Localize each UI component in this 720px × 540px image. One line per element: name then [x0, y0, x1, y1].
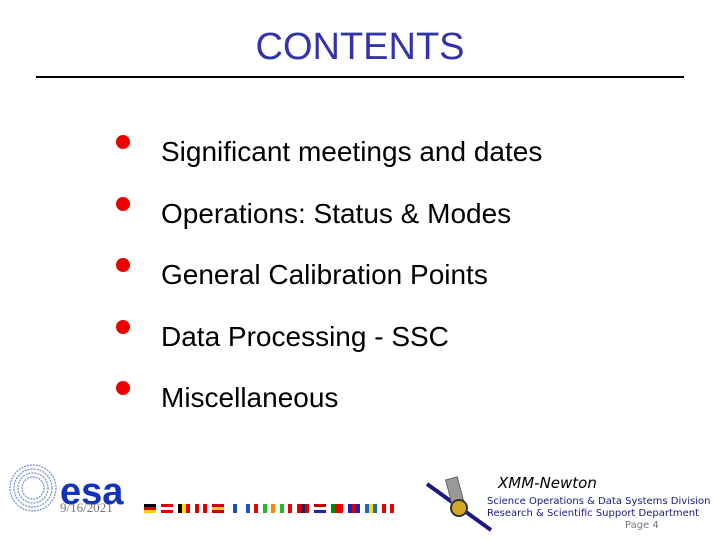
bullet-text: Operations: Status & Modes — [161, 197, 512, 229]
department-text: Research & Scientific Support Department — [487, 508, 700, 519]
flag-netherlands-icon — [314, 504, 326, 513]
slide-date: 9/16/2021 — [60, 500, 113, 515]
flag-italy-icon — [280, 504, 292, 513]
flag-sweden-icon — [365, 504, 377, 513]
page-number: Page 4 — [625, 520, 659, 531]
bullet-text: Data Processing - SSC — [161, 320, 449, 352]
flag-uk-icon — [348, 504, 360, 513]
bullet-icon — [116, 135, 130, 149]
department-info: Science Operations & Data Systems Divisi… — [487, 496, 710, 520]
bullet-text: Significant meetings and dates — [161, 136, 543, 167]
bullet-icon — [116, 258, 130, 272]
flag-belgium-icon — [178, 504, 190, 513]
bullet-icon — [116, 381, 130, 395]
flag-switzerland-icon — [382, 504, 394, 513]
division-text: Science Operations & Data Systems Divisi… — [487, 496, 711, 507]
flag-germany-icon — [144, 504, 156, 513]
flag-portugal-icon — [331, 504, 343, 513]
bullet-text: General Calibration Points — [161, 259, 488, 290]
flag-ireland-icon — [263, 504, 275, 513]
member-flags — [144, 504, 394, 513]
flag-austria-icon — [161, 504, 173, 513]
flag-france-icon — [246, 504, 258, 513]
bullet-text: Miscellaneous — [161, 382, 339, 413]
flag-finland-icon — [229, 504, 241, 513]
flag-norway-icon — [297, 504, 309, 513]
flag-denmark-icon — [195, 504, 207, 513]
satellite-icon — [425, 476, 493, 532]
title-divider — [36, 76, 684, 78]
slide-title: CONTENTS — [255, 26, 465, 68]
bullet-icon — [116, 196, 130, 211]
mission-name: XMM-Newton — [498, 474, 597, 492]
bullet-icon — [116, 319, 130, 334]
flag-spain-icon — [212, 504, 224, 513]
